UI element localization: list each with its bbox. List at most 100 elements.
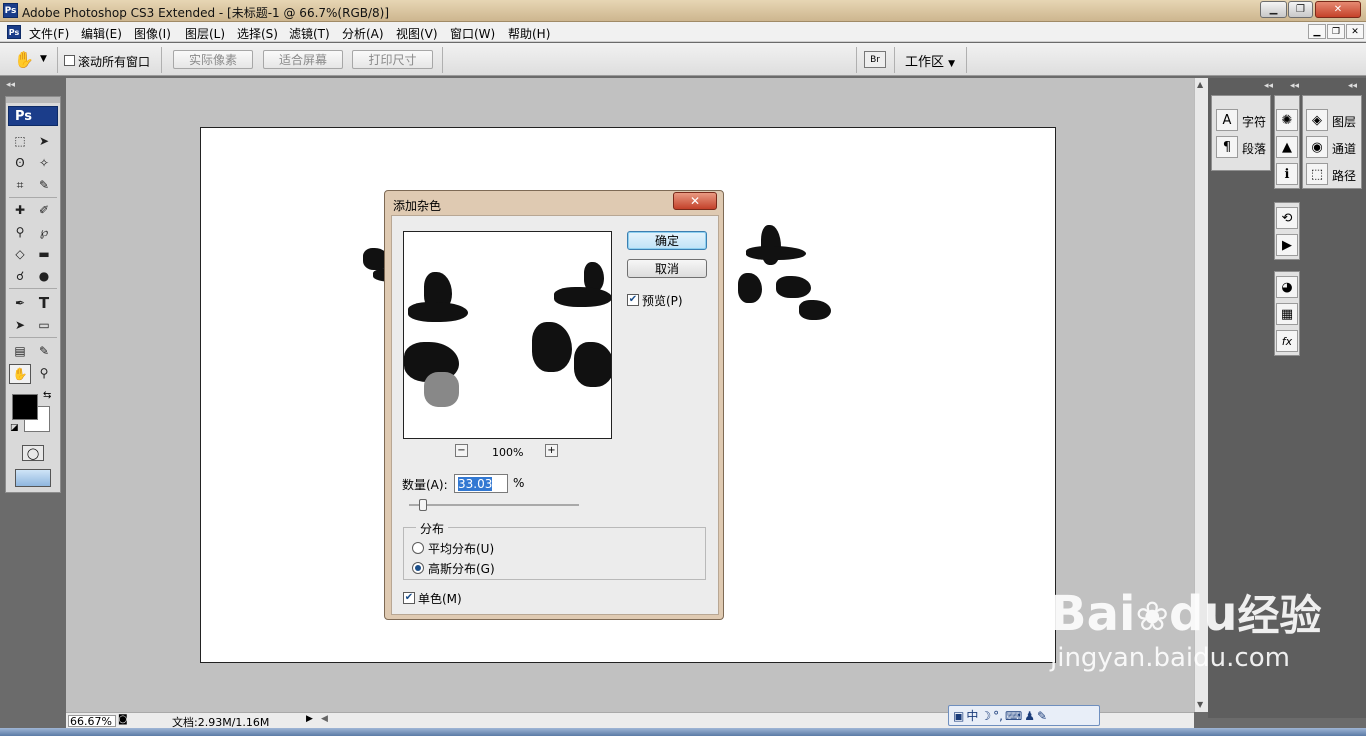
paths-icon[interactable]: ⬚ [1306,163,1328,185]
hand-tool-icon[interactable]: ✋ [9,364,31,384]
hscroll-left-icon[interactable]: ◀ [321,714,328,724]
ok-button[interactable]: 确定 [627,231,707,250]
styles-fx-icon[interactable]: fx [1276,330,1298,352]
dock-collapse-icon[interactable]: ◂◂ [1348,81,1357,91]
dialog-close-button[interactable]: ✕ [673,192,717,210]
ime-mode[interactable]: 中 [966,707,978,724]
zoom-tool-icon[interactable]: ⚲ [34,364,54,382]
slice-tool-icon[interactable]: ✎ [34,176,54,194]
path-selection-tool-icon[interactable]: ➤ [10,316,30,334]
scroll-up-icon[interactable]: ▲ [1197,80,1203,89]
swatches-icon[interactable]: ▦ [1276,303,1298,325]
hand-tool-preset-icon[interactable]: ✋ [14,50,34,69]
ime-settings-icon[interactable]: ✎ [1037,709,1047,723]
filter-preview[interactable] [403,231,612,439]
gradient-tool-icon[interactable]: ▬ [34,245,54,263]
status-info-icon[interactable]: ◙ [118,714,128,725]
brush-tool-icon[interactable]: ✐ [34,201,54,219]
toolbox-collapse-icon[interactable]: ◂◂ [6,80,15,90]
menu-view[interactable]: 视图(V) [396,25,438,42]
uniform-radio[interactable] [412,542,424,554]
character-panel-label[interactable]: 字符 [1242,113,1266,130]
type-tool-icon[interactable]: T [34,294,54,312]
toolbox-grip[interactable] [6,97,60,103]
menu-filter[interactable]: 滤镜(T) [289,25,330,42]
amount-slider-track[interactable] [409,504,579,506]
dodge-tool-icon[interactable]: ● [34,267,54,285]
paragraph-panel-label[interactable]: 段落 [1242,140,1266,157]
navigator-icon[interactable]: ✺ [1276,109,1298,131]
zoom-in-icon[interactable]: + [545,444,558,457]
fit-screen-button[interactable]: 适合屏幕 [263,50,343,69]
bridge-icon[interactable]: Br [864,51,886,68]
doc-minimize-button[interactable]: ▁ [1308,24,1326,39]
maximize-button[interactable]: ❐ [1288,1,1313,18]
amount-slider-thumb[interactable] [419,499,427,511]
gaussian-radio[interactable] [412,562,424,574]
amount-input[interactable]: 33.03 [454,474,508,493]
scroll-down-icon[interactable]: ▼ [1197,700,1203,709]
workspace-menu[interactable]: 工作区 ▼ [905,51,955,70]
actions-icon[interactable]: ▶ [1276,234,1298,256]
pen-tool-icon[interactable]: ✒ [10,294,30,312]
paths-panel-label[interactable]: 路径 [1332,167,1356,184]
doc-restore-button[interactable]: ❐ [1327,24,1345,39]
layers-icon[interactable]: ◈ [1306,109,1328,131]
document-ps-icon[interactable]: Ps [7,25,21,39]
clone-stamp-tool-icon[interactable]: ⚲ [10,223,30,241]
chevron-down-icon[interactable]: ▼ [40,54,47,64]
blur-tool-icon[interactable]: ☌ [10,267,30,285]
menu-edit[interactable]: 编辑(E) [81,25,122,42]
zoom-level-field[interactable]: 66.67% [68,715,116,727]
menu-file[interactable]: 文件(F) [29,25,69,42]
menu-image[interactable]: 图像(I) [134,25,171,42]
default-colors-icon[interactable]: ◪ [10,423,19,433]
preview-checkbox[interactable]: ✔ [627,294,639,306]
color-palette-icon[interactable]: ◕ [1276,276,1298,298]
cancel-button[interactable]: 取消 [627,259,707,278]
shape-tool-icon[interactable]: ▭ [34,316,54,334]
menu-window[interactable]: 窗口(W) [450,25,495,42]
crop-tool-icon[interactable]: ⌗ [10,176,30,194]
history-icon[interactable]: ⟲ [1276,207,1298,229]
move-tool-icon[interactable]: ➤ [34,132,54,150]
character-panel-icon[interactable]: A [1216,109,1238,131]
doc-close-button[interactable]: ✕ [1346,24,1364,39]
magic-wand-tool-icon[interactable]: ✧ [34,154,54,172]
menu-layer[interactable]: 图层(L) [185,25,225,42]
ime-keyboard-icon[interactable]: ⌨ [1005,709,1022,723]
info-icon[interactable]: ℹ [1276,163,1298,185]
ime-halfwidth-icon[interactable]: ☽ [980,709,991,723]
swap-colors-icon[interactable]: ⇆ [43,390,51,401]
history-brush-tool-icon[interactable]: ℘ [34,223,54,241]
channels-icon[interactable]: ◉ [1306,136,1328,158]
eyedropper-tool-icon[interactable]: ✎ [34,342,54,360]
histogram-icon[interactable]: ▲ [1276,136,1298,158]
layers-panel-label[interactable]: 图层 [1332,113,1356,130]
menu-select[interactable]: 选择(S) [237,25,278,42]
scroll-all-windows-checkbox[interactable] [64,55,75,66]
screen-mode-icon[interactable] [15,469,51,487]
menu-analysis[interactable]: 分析(A) [342,25,384,42]
close-button[interactable]: ✕ [1315,1,1361,18]
status-menu-arrow-icon[interactable]: ▶ [306,714,313,724]
lasso-tool-icon[interactable]: ʘ [10,154,30,172]
menu-help[interactable]: 帮助(H) [508,25,550,42]
marquee-tool-icon[interactable]: ⬚ [10,132,30,150]
eraser-tool-icon[interactable]: ◇ [10,245,30,263]
monochromatic-checkbox[interactable]: ✔ [403,592,415,604]
ime-user-icon[interactable]: ♟ [1024,709,1035,723]
ime-punct-icon[interactable]: °, [993,709,1003,723]
print-size-button[interactable]: 打印尺寸 [352,50,433,69]
quick-mask-icon[interactable]: ◯ [22,445,44,461]
foreground-color-swatch[interactable] [12,394,38,420]
ime-logo-icon[interactable]: ▣ [953,709,964,723]
channels-panel-label[interactable]: 通道 [1332,140,1356,157]
healing-brush-tool-icon[interactable]: ✚ [10,201,30,219]
dock-collapse-icon[interactable]: ◂◂ [1264,81,1273,91]
paragraph-panel-icon[interactable]: ¶ [1216,136,1238,158]
notes-tool-icon[interactable]: ▤ [10,342,30,360]
actual-pixels-button[interactable]: 实际像素 [173,50,253,69]
zoom-out-icon[interactable]: − [455,444,468,457]
dock-collapse-icon[interactable]: ◂◂ [1290,81,1299,91]
